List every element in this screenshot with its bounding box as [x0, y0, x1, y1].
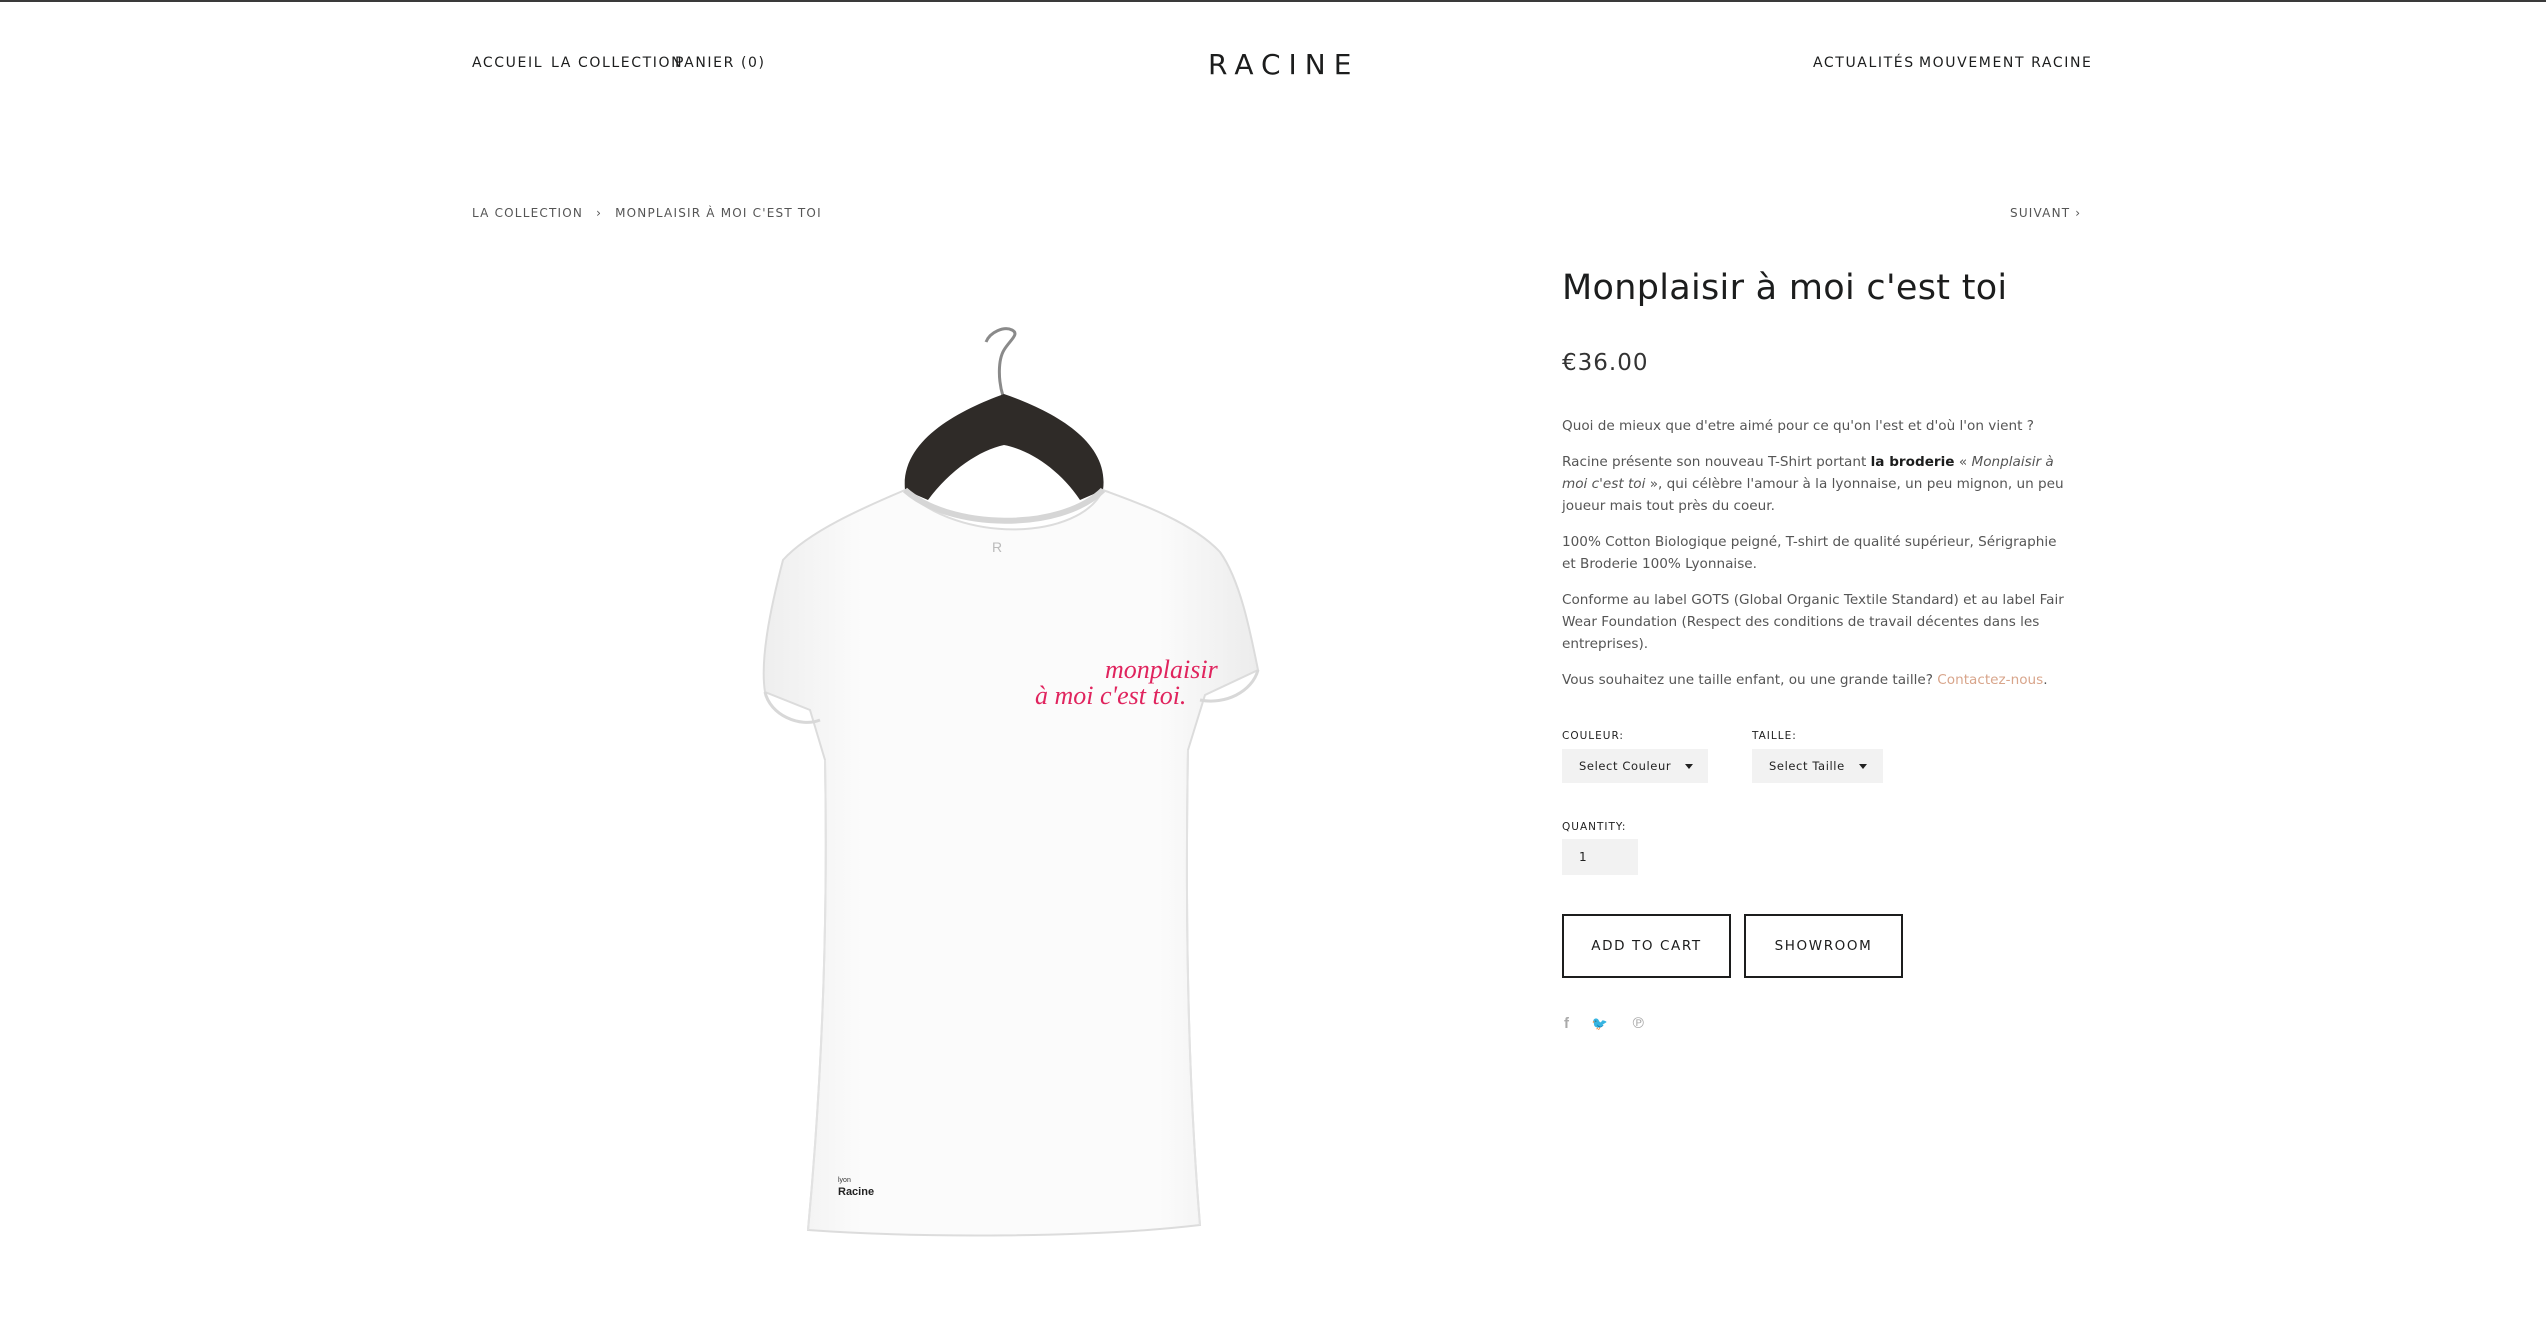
nav-la-collection[interactable]: LA COLLECTION	[551, 55, 683, 71]
description-p5-end: .	[2043, 672, 2048, 688]
embroidery-line-2: à moi c'est toi.	[1035, 681, 1186, 710]
chevron-down-icon	[1685, 763, 1694, 769]
quantity-input[interactable]: 1	[1562, 839, 1638, 875]
social-share: f 🐦 ℗	[1564, 1014, 1646, 1032]
description-p2-bold: la broderie	[1870, 454, 1955, 470]
facebook-icon[interactable]: f	[1564, 1015, 1569, 1032]
neck-label-text: R	[992, 539, 1002, 555]
description-p2-quote: «	[1954, 454, 1972, 470]
breadcrumb-separator: ›	[596, 206, 603, 220]
site-logo[interactable]: RACINE	[1208, 48, 1359, 81]
description-p2: Racine présente son nouveau T-Shirt port…	[1562, 451, 2072, 517]
quantity-label: QUANTITY:	[1562, 821, 1627, 833]
chevron-down-icon	[1858, 763, 1867, 769]
nav-mouvement-racine[interactable]: MOUVEMENT RACINE	[1919, 55, 2092, 71]
description-p3: 100% Cotton Biologique peigné, T-shirt d…	[1562, 534, 2057, 572]
add-to-cart-button[interactable]: ADD TO CART	[1562, 914, 1731, 978]
nav-panier[interactable]: PANIER (0)	[675, 55, 766, 71]
color-select-value: Select Couleur	[1579, 759, 1672, 773]
next-product-link[interactable]: SUIVANT ›	[2010, 206, 2081, 220]
size-label: TAILLE:	[1752, 730, 1797, 742]
showroom-button[interactable]: SHOWROOM	[1744, 914, 1903, 978]
product-image[interactable]: R monplaisir à moi c'est toi. lyon Racin…	[660, 320, 1340, 1240]
breadcrumb: LA COLLECTION › MONPLAISIR À MOI C'EST T…	[472, 206, 822, 220]
breadcrumb-parent[interactable]: LA COLLECTION	[472, 206, 583, 220]
twitter-icon[interactable]: 🐦	[1592, 1017, 1608, 1032]
embroidery-line-1: monplaisir	[1105, 655, 1219, 684]
color-select[interactable]: Select Couleur	[1562, 749, 1708, 783]
product-description: Quoi de mieux que d'etre aimé pour ce qu…	[1562, 415, 2072, 705]
description-p4: Conforme au label GOTS (Global Organic T…	[1562, 592, 2064, 652]
tshirt-illustration: R monplaisir à moi c'est toi. lyon Racin…	[762, 327, 1260, 1237]
pinterest-icon[interactable]: ℗	[1631, 1014, 1646, 1032]
size-select-value: Select Taille	[1769, 759, 1845, 773]
contact-link[interactable]: Contactez-nous	[1937, 672, 2043, 688]
breadcrumb-current: MONPLAISIR À MOI C'EST TOI	[615, 206, 822, 220]
brand-tag: Racine	[838, 1186, 874, 1198]
product-price: €36.00	[1562, 350, 1649, 376]
color-label: COULEUR:	[1562, 730, 1624, 742]
description-p5-text: Vous souhaitez une taille enfant, ou une…	[1562, 672, 1938, 688]
description-p1: Quoi de mieux que d'etre aimé pour ce qu…	[1562, 418, 2034, 434]
brand-tag-small: lyon	[838, 1177, 851, 1184]
description-p5: Vous souhaitez une taille enfant, ou une…	[1562, 669, 2072, 691]
nav-actualites[interactable]: ACTUALITÉS	[1813, 55, 1915, 71]
nav-accueil[interactable]: ACCUEIL	[472, 55, 543, 71]
description-p2-text: Racine présente son nouveau T-Shirt port…	[1562, 454, 1871, 470]
size-select[interactable]: Select Taille	[1752, 749, 1883, 783]
product-title: Monplaisir à moi c'est toi	[1562, 268, 2008, 308]
